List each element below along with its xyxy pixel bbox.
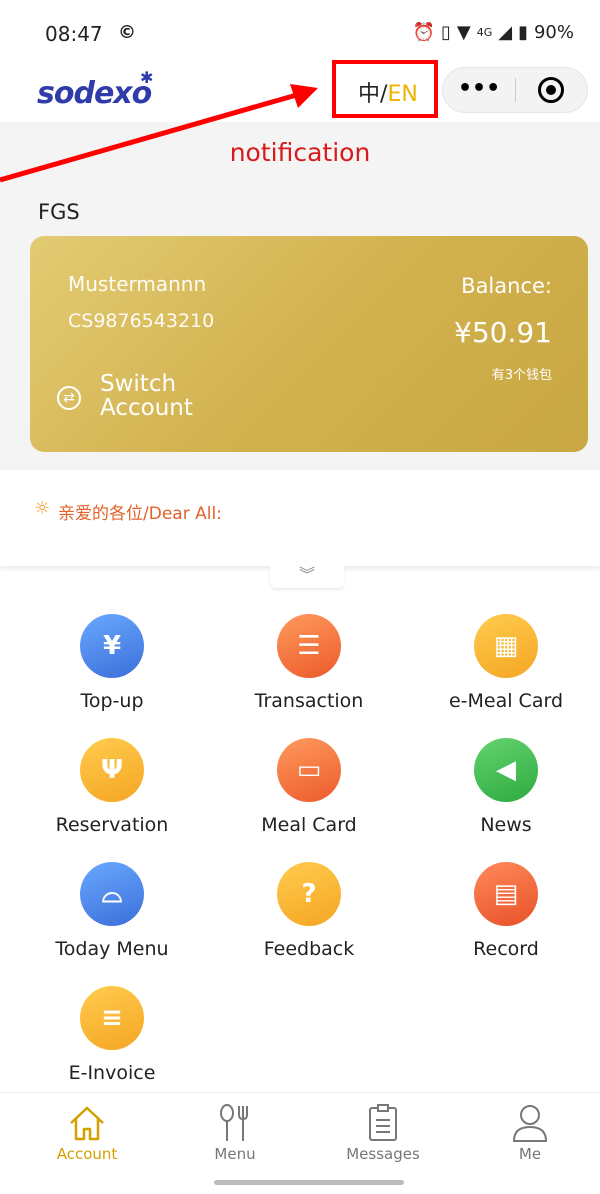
megaphone-icon: ◀ [474,738,538,802]
grid-item-e-meal-card[interactable]: ▦ e-Meal Card [416,614,596,712]
grid-label: News [480,814,532,836]
grid-item-feedback[interactable]: ? Feedback [219,862,399,960]
question-edit-icon: ? [277,862,341,926]
card-id: CS9876543210 [68,310,215,332]
tab-label: Me [518,1145,542,1163]
network-type: 4G [476,26,493,39]
account-card[interactable]: Mustermannn CS9876543210 Balance: ¥50.91… [30,236,588,452]
grid-item-meal-card[interactable]: ▭ Meal Card [219,738,399,836]
cutlery-icon: Ψ [80,738,144,802]
switch-account-button[interactable]: Switch Account [100,372,230,420]
document-icon: ▤ [474,862,538,926]
lightbulb-icon: ☼ [34,498,51,519]
grid-label: e-Meal Card [448,690,564,712]
notice-text: 亲爱的各位/Dear All: [58,504,222,524]
tab-account[interactable]: Account [12,1101,162,1163]
app-status-icon: © [118,22,136,43]
clipboard-icon: ☰ [277,614,341,678]
grid-item-reservation[interactable]: Ψ Reservation [22,738,202,836]
spoon-fork-icon [160,1101,310,1145]
annotation-arrow [0,84,318,183]
lang-zh: 中 [358,82,381,107]
yen-coin-icon: ¥ [80,614,144,678]
capsule-divider [515,78,516,102]
wifi-icon: ▼ [456,22,471,43]
invoice-icon: ≡ [80,986,144,1050]
grid-label: E-Invoice [68,1062,156,1084]
tab-label: Messages [346,1145,420,1163]
grid-item-transaction[interactable]: ☰ Transaction [219,614,399,712]
grid-item-e-invoice[interactable]: ≡ E-Invoice [22,986,202,1084]
grid-label: Record [473,938,539,960]
notice-bar[interactable]: ☼ 亲爱的各位/Dear All: [0,474,600,566]
home-icon [12,1101,162,1145]
tab-label: Menu [214,1145,256,1163]
org-name: FGS [38,200,80,224]
list-document-icon [308,1101,458,1145]
grid-label: Transaction [254,690,364,712]
bottom-tab-bar: Account Menu Messages Me [0,1092,600,1194]
person-icon [455,1101,600,1145]
battery-level: 90% [533,22,574,43]
grid-label: Top-up [80,690,144,712]
status-bar: 08:47 © ⏰ ▯ ▼ 4G ◢ ▮ 90% [0,0,600,70]
alarm-icon: ⏰ [412,22,435,43]
tab-menu[interactable]: Menu [160,1101,310,1163]
switch-icon[interactable]: ⇄ [57,386,81,410]
expand-notice-button[interactable]: ︾ [270,566,344,588]
grid-item-record[interactable]: ▤ Record [416,862,596,960]
card-holder-name: Mustermannn [68,272,207,296]
tab-label: Account [56,1145,118,1163]
sim-icon: ▯ [440,22,451,43]
more-dots-icon[interactable]: ••• [458,76,500,101]
status-time: 08:47 [45,22,103,46]
battery-icon: ▮ [518,22,528,43]
grid-label: Today Menu [55,938,169,960]
tab-messages[interactable]: Messages [308,1101,458,1163]
wallet-count[interactable]: 有3个钱包 [492,364,552,383]
home-indicator[interactable] [214,1180,404,1185]
grid-label: Meal Card [261,814,357,836]
language-toggle-button[interactable]: 中/EN [358,76,418,108]
card-icon: ▭ [277,738,341,802]
balance-label: Balance: [461,274,552,298]
target-circle-icon[interactable] [538,77,564,103]
grid-item-today-menu[interactable]: ⌓ Today Menu [22,862,202,960]
status-indicators: ⏰ ▯ ▼ 4G ◢ ▮ 90% [413,22,574,43]
grid-label: Feedback [263,938,355,960]
balance-value: ¥50.91 [454,316,552,349]
signal-icon: ◢ [498,22,513,43]
qr-code-icon: ▦ [474,614,538,678]
tab-me[interactable]: Me [455,1101,600,1163]
cloche-icon: ⌓ [80,862,144,926]
grid-label: Reservation [55,814,169,836]
grid-item-news[interactable]: ◀ News [416,738,596,836]
grid-item-top-up[interactable]: ¥ Top-up [22,614,202,712]
lang-en: EN [387,82,418,107]
